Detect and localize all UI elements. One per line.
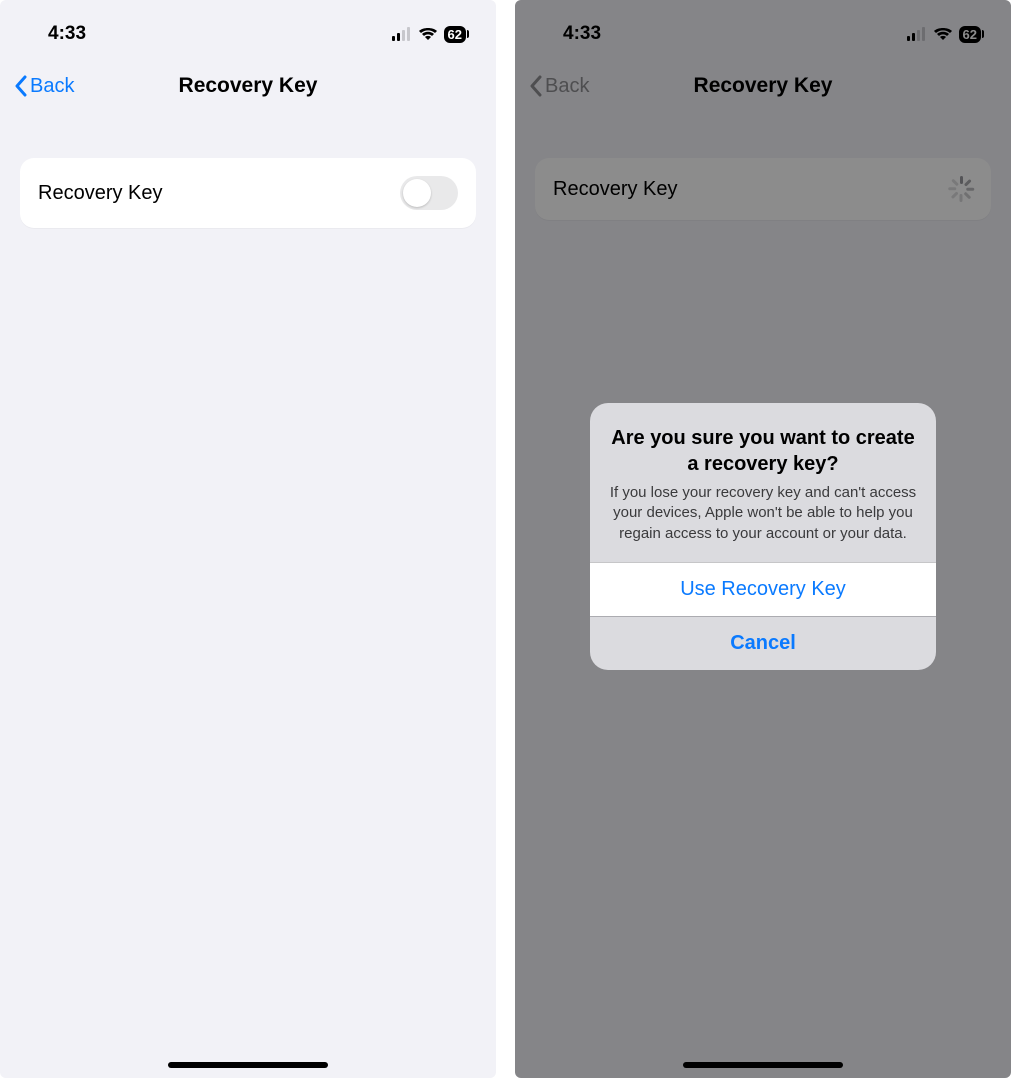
nav-bar: Back Recovery Key bbox=[515, 58, 1011, 114]
recovery-key-row[interactable]: Recovery Key bbox=[20, 158, 476, 228]
recovery-key-toggle[interactable] bbox=[400, 176, 458, 210]
alert-title: Are you sure you want to create a recove… bbox=[608, 425, 918, 477]
status-time: 4:33 bbox=[563, 23, 601, 45]
status-bar: 4:33 62 bbox=[0, 0, 496, 54]
phone-left: 4:33 62 Back Recovery Key Recovery Key bbox=[0, 0, 496, 1078]
nav-bar: Back Recovery Key bbox=[0, 58, 496, 114]
confirm-alert: Are you sure you want to create a recove… bbox=[590, 403, 936, 670]
recovery-key-label: Recovery Key bbox=[38, 182, 163, 205]
back-button[interactable]: Back bbox=[14, 75, 74, 98]
battery-level: 62 bbox=[959, 26, 981, 43]
cellular-icon bbox=[907, 27, 927, 41]
use-recovery-key-button[interactable]: Use Recovery Key bbox=[590, 562, 936, 616]
cancel-button[interactable]: Cancel bbox=[590, 616, 936, 670]
screenshot-divider bbox=[496, 0, 515, 1078]
status-bar: 4:33 62 bbox=[515, 0, 1011, 54]
home-indicator[interactable] bbox=[168, 1062, 328, 1068]
back-label: Back bbox=[30, 75, 74, 98]
alert-body: Are you sure you want to create a recove… bbox=[590, 403, 936, 562]
page-title: Recovery Key bbox=[179, 74, 318, 98]
status-icons: 62 bbox=[907, 26, 981, 43]
loading-spinner-icon bbox=[947, 176, 973, 202]
cellular-icon bbox=[392, 27, 412, 41]
status-time: 4:33 bbox=[48, 23, 86, 45]
status-icons: 62 bbox=[392, 26, 466, 43]
phone-right: 4:33 62 Back Recovery Key Recovery Key bbox=[515, 0, 1011, 1078]
home-indicator[interactable] bbox=[683, 1062, 843, 1068]
back-label: Back bbox=[545, 75, 589, 98]
wifi-icon bbox=[933, 27, 953, 41]
alert-message: If you lose your recovery key and can't … bbox=[608, 483, 918, 544]
page-title: Recovery Key bbox=[694, 74, 833, 98]
chevron-left-icon bbox=[14, 75, 28, 97]
chevron-left-icon bbox=[529, 75, 543, 97]
wifi-icon bbox=[418, 27, 438, 41]
battery-level: 62 bbox=[444, 26, 466, 43]
recovery-key-label: Recovery Key bbox=[553, 178, 678, 201]
recovery-key-row[interactable]: Recovery Key bbox=[535, 158, 991, 220]
back-button[interactable]: Back bbox=[529, 75, 589, 98]
